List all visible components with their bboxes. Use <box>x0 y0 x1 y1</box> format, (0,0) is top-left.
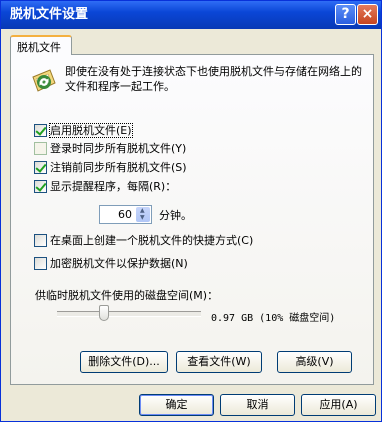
advanced-button[interactable]: 高级(V) <box>277 351 352 373</box>
reminder-interval-input[interactable] <box>102 208 132 221</box>
apply-button[interactable]: 应用(A) <box>301 394 376 416</box>
minutes-label: 分钟。 <box>159 209 192 222</box>
checkbox-label: 加密脱机文件以保护数据(N) <box>50 257 188 270</box>
window-title: 脱机文件设置 <box>10 7 89 22</box>
disk-space-value: 0.97 GB (10% 磁盘空间) <box>211 313 336 324</box>
checkbox-label: 显示提醒程序，每隔(R)： <box>50 180 177 193</box>
tab-offline-files[interactable]: 脱机文件 <box>10 35 72 55</box>
checkbox-box[interactable] <box>34 180 47 193</box>
delete-files-button[interactable]: 删除文件(D)... <box>80 351 168 373</box>
tab-panel: 即使在没有处于连接状态下也使用脱机文件与存储在网络上的文件和程序一起工作。 启用… <box>10 54 374 385</box>
checkbox-box[interactable] <box>34 257 47 270</box>
ok-button[interactable]: 确定 <box>139 394 214 416</box>
disk-space-slider-track[interactable] <box>57 311 201 317</box>
help-icon[interactable]: ? <box>335 4 356 25</box>
checkbox-label: 在桌面上创建一个脱机文件的快捷方式(C) <box>50 234 254 247</box>
checkbox-box[interactable] <box>34 234 47 247</box>
spin-down-icon[interactable]: ▼ <box>140 215 145 221</box>
checkbox-label: 注销前同步所有脱机文件(S) <box>50 161 187 174</box>
cancel-button[interactable]: 取消 <box>220 394 295 416</box>
tab-label: 脱机文件 <box>17 41 61 54</box>
description-text: 即使在没有处于连接状态下也使用脱机文件与存储在网络上的文件和程序一起工作。 <box>65 65 362 93</box>
disk-space-label: 供临时脱机文件使用的磁盘空间(M)： <box>35 289 219 302</box>
checkbox-box[interactable] <box>34 161 47 174</box>
dialog-window: 脱机文件设置 ? × 脱机文件 即使在没有处于连接状态下也使用脱机文件与存储在网… <box>0 0 382 422</box>
checkbox-box[interactable] <box>34 142 47 155</box>
spinner-buttons[interactable]: ▲ ▼ <box>136 207 150 222</box>
reminder-interval-spinner[interactable]: ▲ ▼ <box>99 205 152 224</box>
title-bar[interactable]: 脱机文件设置 ? × <box>1 1 381 29</box>
checkbox-label: 登录时同步所有脱机文件(Y) <box>50 142 187 155</box>
checkbox-label: 启用脱机文件(E) <box>49 123 133 138</box>
view-files-button[interactable]: 查看文件(W) <box>176 351 262 373</box>
checkbox-box[interactable] <box>34 124 47 137</box>
disk-space-slider-thumb[interactable] <box>99 305 109 321</box>
offline-files-icon <box>32 69 56 92</box>
close-icon[interactable]: × <box>357 4 378 25</box>
